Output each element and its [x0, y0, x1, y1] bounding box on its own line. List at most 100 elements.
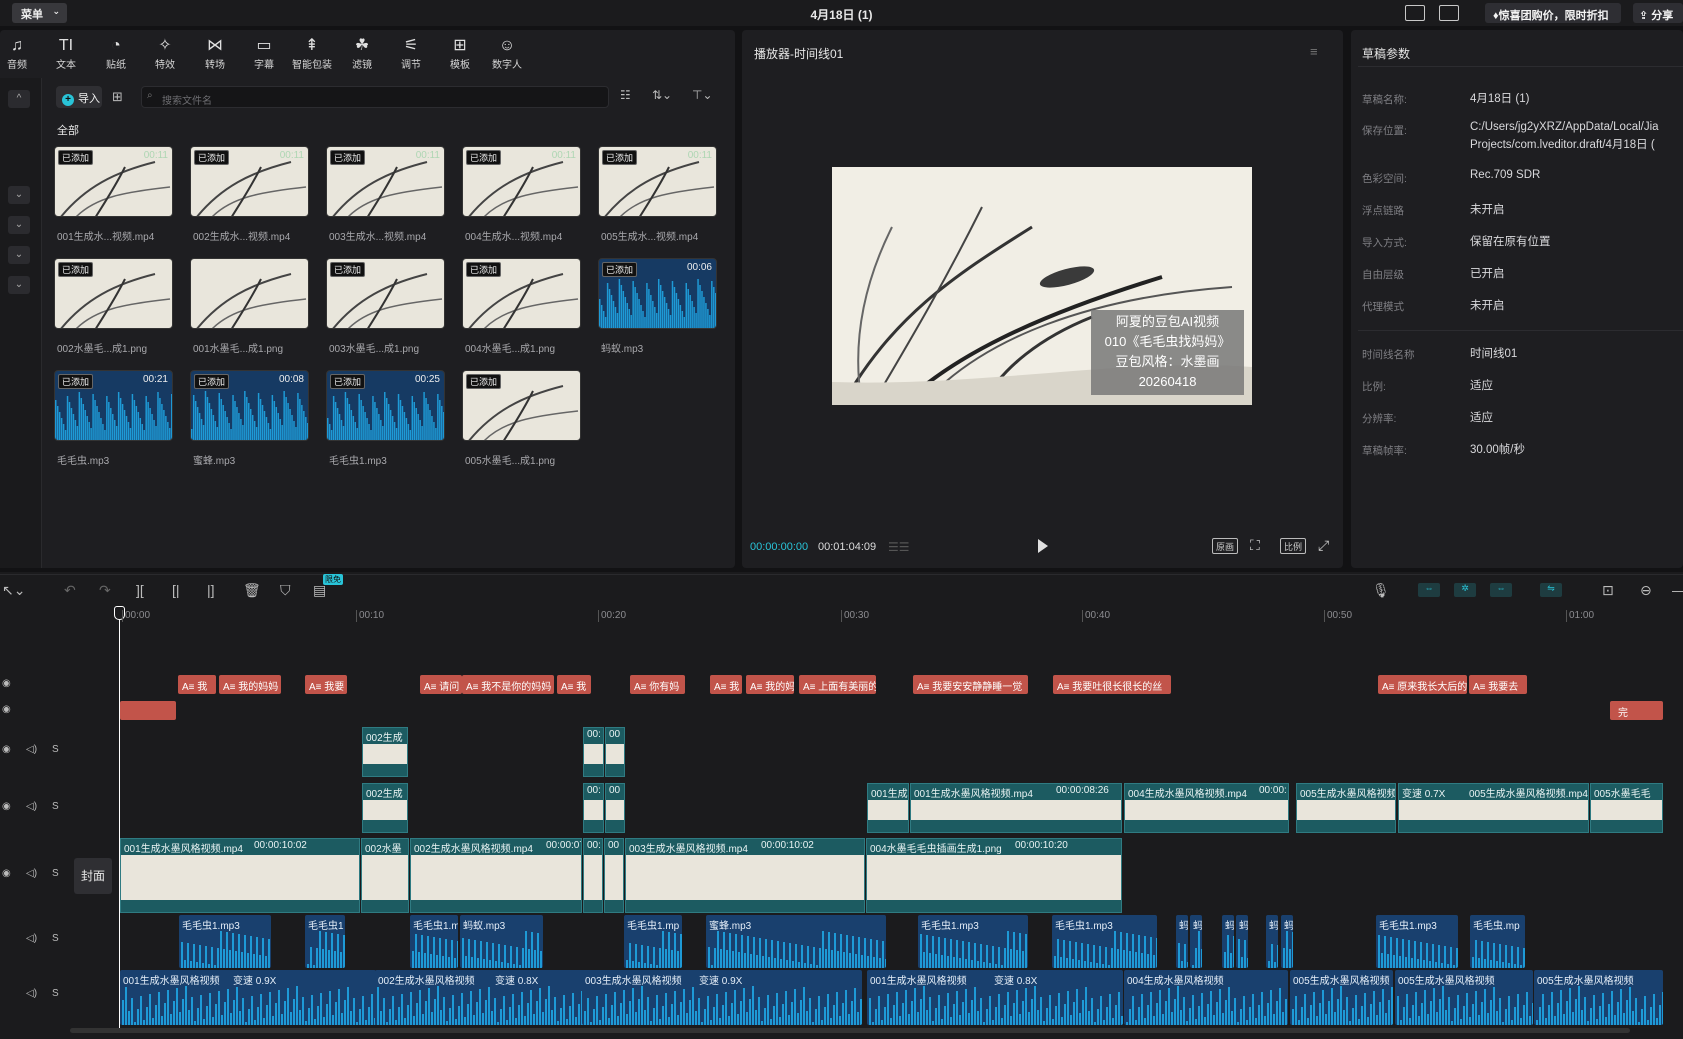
zoom-slider-icon[interactable]: — [1672, 582, 1683, 598]
cover-button[interactable]: 封面 [74, 858, 112, 894]
text-clip[interactable]: A≡ 我 [710, 675, 742, 694]
chevron-down-icon[interactable]: ⌄ [8, 186, 30, 204]
video-clip[interactable]: 002生成 [362, 727, 408, 777]
media-item[interactable]: 已添加 00:11 [326, 146, 445, 217]
waveform-icon[interactable]: ☰☰ [888, 540, 910, 554]
eye-icon[interactable]: ◉ [2, 801, 11, 812]
media-item[interactable] [190, 258, 309, 329]
audio-clip[interactable]: 005生成水墨风格视频 [1395, 970, 1533, 1025]
text-clip[interactable]: A≡ 我 [557, 675, 591, 694]
media-item[interactable]: 已添加 00:11 [54, 146, 173, 217]
chevron-down-icon[interactable]: ⌄ [8, 276, 30, 294]
promo-button[interactable]: ♦惊喜团购价，限时折扣 [1485, 3, 1621, 23]
lock-icon[interactable]: S [52, 744, 59, 755]
speaker-icon[interactable]: ◁) [26, 933, 37, 944]
focus-icon[interactable]: ⛶ [1250, 537, 1260, 554]
video-clip[interactable]: 00: [583, 727, 604, 777]
video-clip[interactable]: 005水墨毛毛 [1590, 783, 1663, 833]
audio-clip[interactable]: 004生成水墨风格视频 [1124, 970, 1288, 1025]
audio-clip[interactable]: 毛毛虫1.mp3 [1052, 915, 1157, 968]
chevron-down-icon[interactable]: ⌄ [8, 246, 30, 264]
select-tool-icon[interactable]: ↖⌄ [2, 582, 25, 599]
text-clip[interactable]: A≡ 我的妈 [746, 675, 794, 694]
menu-icon[interactable]: ≡ [1310, 44, 1318, 59]
ratio-button[interactable]: 比例 [1280, 538, 1307, 554]
split-left-icon[interactable]: [| [172, 582, 180, 598]
audio-clip[interactable]: 蚂蚁.mp3 [460, 915, 543, 968]
media-item[interactable]: 已添加 00:11 [462, 146, 581, 217]
horizontal-scrollbar[interactable] [70, 1028, 1630, 1033]
share-button[interactable]: ⇪ 分享 [1633, 3, 1683, 23]
main-track-magnet-icon[interactable]: ⇔ [1418, 583, 1440, 597]
audio-clip[interactable]: 毛毛虫.mp [1470, 915, 1525, 968]
video-clip[interactable]: 001生成水墨风格视频.mp4 00:00:08:26 [910, 783, 1122, 833]
video-clip[interactable]: 005生成水墨风格视频 [1296, 783, 1396, 833]
video-clip[interactable]: 00: [583, 838, 603, 913]
toolbar-adjust[interactable]: ⚟ 调节 [389, 36, 433, 71]
eye-icon[interactable]: ◉ [2, 704, 11, 715]
screen-icon[interactable]: ⊡ [1602, 582, 1614, 599]
audio-clip[interactable]: 毛毛虫1 [305, 915, 345, 968]
media-item[interactable]: 已添加 00:21 [54, 370, 173, 441]
lock-icon[interactable]: S [52, 988, 59, 999]
video-clip[interactable]: 002生成水墨风格视频.mp4 00:00:07 [410, 838, 582, 913]
text-clip[interactable]: A≡ 请问 [420, 675, 462, 694]
media-item[interactable]: 已添加 00:11 [190, 146, 309, 217]
auto-snap-icon[interactable]: ✲ [1454, 583, 1476, 597]
text-clip[interactable]: A≡ 我要去 [1469, 675, 1527, 694]
text-clip[interactable]: A≡ 我的妈妈 [219, 675, 281, 694]
chevron-down-icon[interactable]: ⌄ [8, 216, 30, 234]
audio-clip[interactable]: 002生成水墨风格视频 变速 0.8X [375, 970, 587, 1025]
param-value[interactable]: C:/Users/jg2yXRZ/AppData/Local/Jia [1470, 121, 1659, 133]
video-clip[interactable]: 变速 0.7X 005生成水墨风格视频.mp4 [1398, 783, 1589, 833]
media-item[interactable]: 已添加 [462, 370, 581, 441]
text-clip[interactable]: A≡ 我不是你的妈妈 [462, 675, 554, 694]
toolbar-subtitle[interactable]: ▭ 字幕 [242, 36, 286, 71]
param-value[interactable]: Projects/com.lveditor.draft/4月18日 ( [1470, 136, 1655, 152]
play-icon[interactable] [1038, 539, 1048, 553]
audio-clip[interactable]: 005生成水墨风格视频 [1290, 970, 1393, 1025]
video-clip[interactable]: 00 [604, 838, 624, 913]
toolbar-smart-pack[interactable]: ⇞ 智能包装 [290, 36, 334, 71]
audio-clip[interactable]: 蚂 [1266, 915, 1278, 968]
preview-axis-icon[interactable]: ⇋ [1540, 583, 1562, 597]
media-item[interactable]: 已添加 [326, 258, 445, 329]
video-clip[interactable]: 001生成水墨风格视频.mp4 00:00:10:02 [120, 838, 360, 913]
video-clip[interactable]: 004生成水墨风格视频.mp4 00:00: [1124, 783, 1289, 833]
audio-clip[interactable]: 毛毛虫1.mp3 [179, 915, 271, 968]
toolbar-filter[interactable]: ☘ 滤镜 [340, 36, 384, 71]
video-clip[interactable]: 00 [605, 783, 625, 833]
link-icon[interactable]: ⇔ [1490, 583, 1512, 597]
speaker-icon[interactable]: ◁) [26, 744, 37, 755]
undo-icon[interactable]: ↶ [64, 582, 76, 599]
lock-icon[interactable]: S [52, 868, 59, 879]
video-clip[interactable]: 004水墨毛毛虫插画生成1.png 00:00:10:20 [866, 838, 1122, 913]
split-icon[interactable]: ][ [136, 582, 144, 598]
sticker-clip[interactable]: 完 [1610, 701, 1663, 720]
search-input[interactable]: ⌕ 搜索文件名 [141, 86, 609, 108]
speaker-icon[interactable]: ◁) [26, 868, 37, 879]
audio-clip[interactable]: 蚂 [1222, 915, 1234, 968]
media-item[interactable]: 已添加 00:25 [326, 370, 445, 441]
microphone-icon[interactable]: 🎙 [1372, 582, 1390, 599]
video-clip[interactable]: 003生成水墨风格视频.mp4 00:00:10:02 [625, 838, 865, 913]
lock-icon[interactable]: S [52, 801, 59, 812]
toolbar-text[interactable]: TI 文本 [44, 36, 88, 71]
view-toggle-icon[interactable]: ☷ [620, 88, 631, 102]
media-item[interactable]: 已添加 [462, 258, 581, 329]
text-clip[interactable]: A≡ 我要安安静静睡一觉 [913, 675, 1028, 694]
speaker-icon[interactable]: ◁) [26, 801, 37, 812]
grid-view-icon[interactable]: ⊞ [112, 89, 123, 105]
speaker-icon[interactable]: ◁) [26, 988, 37, 999]
lock-icon[interactable]: S [52, 933, 59, 944]
toolbar-template[interactable]: ⊞ 模板 [438, 36, 482, 71]
media-item[interactable]: 已添加 00:11 [598, 146, 717, 217]
audio-clip[interactable]: 蚂 [1176, 915, 1188, 968]
eye-icon[interactable]: ◉ [2, 744, 11, 755]
audio-clip[interactable]: 003生成水墨风格视频 变速 0.9X [582, 970, 862, 1025]
media-item[interactable]: 已添加 [54, 258, 173, 329]
audio-clip[interactable]: 毛毛虫1.mp [624, 915, 682, 968]
filter-icon[interactable]: ⊤⌄ [692, 88, 713, 102]
original-quality-button[interactable]: 原画 [1212, 538, 1239, 554]
shield-icon[interactable]: ⛉ [280, 582, 291, 599]
